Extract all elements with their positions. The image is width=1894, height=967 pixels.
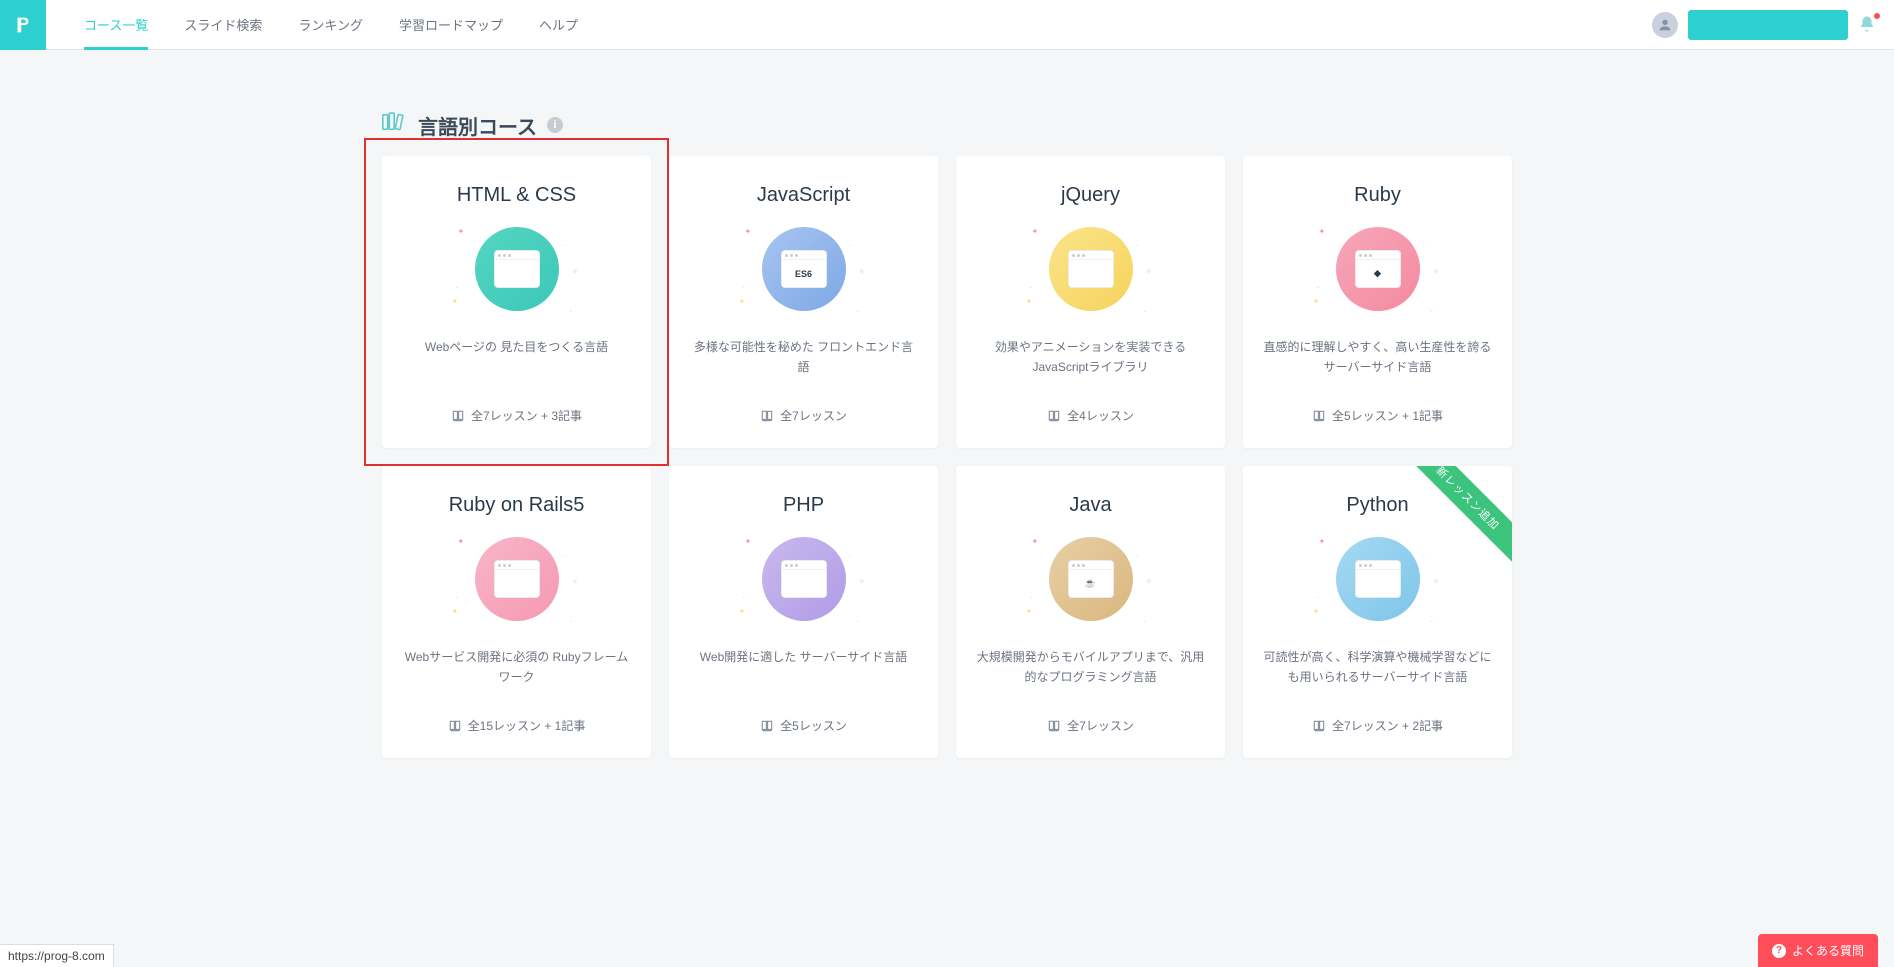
course-icon-wrap: ✦·✦·✧· <box>1313 537 1443 627</box>
nav-item-courses[interactable]: コース一覧 <box>66 0 166 50</box>
course-icon: ☕ <box>1049 537 1133 621</box>
course-lessons: 全4レッスン <box>976 407 1205 424</box>
course-card[interactable]: JavaScript ✦·✦·✧· ES6 多様な可能性を秘めた フロントエンド… <box>669 156 938 448</box>
nav-item-roadmap[interactable]: 学習ロードマップ <box>381 0 521 50</box>
section-title: 言語別コース i <box>382 110 1512 140</box>
course-desc: 直感的に理解しやすく、高い生産性を誇る サーバーサイド言語 <box>1263 337 1492 379</box>
course-desc: Web開発に適した サーバーサイド言語 <box>689 647 918 689</box>
logo[interactable] <box>0 0 46 50</box>
course-card[interactable]: Ruby on Rails5 ✦·✦·✧· Webサービス開発に必須の Ruby… <box>382 466 651 758</box>
course-desc: Webサービス開発に必須の Rubyフレームワーク <box>402 647 631 689</box>
course-title: jQuery <box>976 184 1205 207</box>
course-title: Java <box>976 494 1205 517</box>
section-title-text: 言語別コース <box>418 111 537 140</box>
course-title: JavaScript <box>689 184 918 207</box>
course-icon-wrap: ✦·✦·✧· <box>1026 227 1156 317</box>
course-lessons: 全7レッスン + 2記事 <box>1263 717 1492 734</box>
faq-label: よくある質問 <box>1792 942 1864 959</box>
course-icon-wrap: ✦·✦·✧· ◆ <box>1313 227 1443 317</box>
course-desc: 効果やアニメーションを実装できる JavaScriptライブラリ <box>976 337 1205 379</box>
course-title: HTML & CSS <box>402 184 631 207</box>
notification-bell-icon[interactable] <box>1858 15 1878 35</box>
avatar[interactable] <box>1652 12 1678 38</box>
book-icon <box>760 409 774 423</box>
info-icon[interactable]: i <box>547 117 563 133</box>
course-lessons: 全15レッスン + 1記事 <box>402 717 631 734</box>
course-card[interactable]: HTML & CSS ✦·✦·✧· Webページの 見た目をつくる言語 全7レッ… <box>382 156 651 448</box>
header-right <box>1652 10 1894 40</box>
course-icon-wrap: ✦·✦·✧· <box>739 537 869 627</box>
course-desc: 大規模開発からモバイルアプリまで、汎用的なプログラミング言語 <box>976 647 1205 689</box>
question-icon: ? <box>1772 944 1786 958</box>
book-icon <box>1047 719 1061 733</box>
nav-item-slide-search[interactable]: スライド検索 <box>166 0 280 50</box>
course-icon <box>1049 227 1133 311</box>
book-icon <box>1312 719 1326 733</box>
book-icon <box>1312 409 1326 423</box>
book-icon <box>451 409 465 423</box>
course-title: Ruby <box>1263 184 1492 207</box>
course-lessons: 全5レッスン <box>689 717 918 734</box>
course-icon <box>1336 537 1420 621</box>
course-title: PHP <box>689 494 918 517</box>
faq-button[interactable]: ? よくある質問 <box>1758 934 1878 967</box>
course-card[interactable]: PHP ✦·✦·✧· Web開発に適した サーバーサイド言語 全5レッスン <box>669 466 938 758</box>
course-card[interactable]: Python ✦·✦·✧· 可読性が高く、科学演算や機械学習などにも用いられるサ… <box>1243 466 1512 758</box>
main-content: 言語別コース i HTML & CSS ✦·✦·✧· Webページの 見た目をつ… <box>362 50 1532 778</box>
course-icon: ES6 <box>762 227 846 311</box>
books-icon <box>382 110 408 140</box>
course-card[interactable]: jQuery ✦·✦·✧· 効果やアニメーションを実装できる JavaScrip… <box>956 156 1225 448</box>
course-lessons: 全7レッスン <box>976 717 1205 734</box>
course-lessons: 全5レッスン + 1記事 <box>1263 407 1492 424</box>
book-icon <box>1047 409 1061 423</box>
course-icon <box>475 227 559 311</box>
course-desc: Webページの 見た目をつくる言語 <box>402 337 631 379</box>
book-icon <box>760 719 774 733</box>
course-icon-wrap: ✦·✦·✧· <box>452 227 582 317</box>
course-icon-wrap: ✦·✦·✧· ES6 <box>739 227 869 317</box>
course-icon: ◆ <box>1336 227 1420 311</box>
course-icon <box>762 537 846 621</box>
course-icon <box>475 537 559 621</box>
book-icon <box>448 719 462 733</box>
course-grid: HTML & CSS ✦·✦·✧· Webページの 見た目をつくる言語 全7レッ… <box>382 156 1512 758</box>
course-lessons: 全7レッスン + 3記事 <box>402 407 631 424</box>
course-icon-wrap: ✦·✦·✧· <box>452 537 582 627</box>
user-button[interactable] <box>1688 10 1848 40</box>
course-desc: 可読性が高く、科学演算や機械学習などにも用いられるサーバーサイド言語 <box>1263 647 1492 689</box>
header: コース一覧 スライド検索 ランキング 学習ロードマップ ヘルプ <box>0 0 1894 50</box>
nav-item-help[interactable]: ヘルプ <box>521 0 596 50</box>
main-nav: コース一覧 スライド検索 ランキング 学習ロードマップ ヘルプ <box>66 0 596 50</box>
course-card[interactable]: Ruby ✦·✦·✧· ◆ 直感的に理解しやすく、高い生産性を誇る サーバーサイ… <box>1243 156 1512 448</box>
course-icon-wrap: ✦·✦·✧· ☕ <box>1026 537 1156 627</box>
course-lessons: 全7レッスン <box>689 407 918 424</box>
nav-item-ranking[interactable]: ランキング <box>280 0 381 50</box>
course-card[interactable]: Java ✦·✦·✧· ☕ 大規模開発からモバイルアプリまで、汎用的なプログラミ… <box>956 466 1225 758</box>
course-desc: 多様な可能性を秘めた フロントエンド言語 <box>689 337 918 379</box>
status-bar-url: https://prog-8.com <box>0 944 114 967</box>
course-title: Ruby on Rails5 <box>402 494 631 517</box>
